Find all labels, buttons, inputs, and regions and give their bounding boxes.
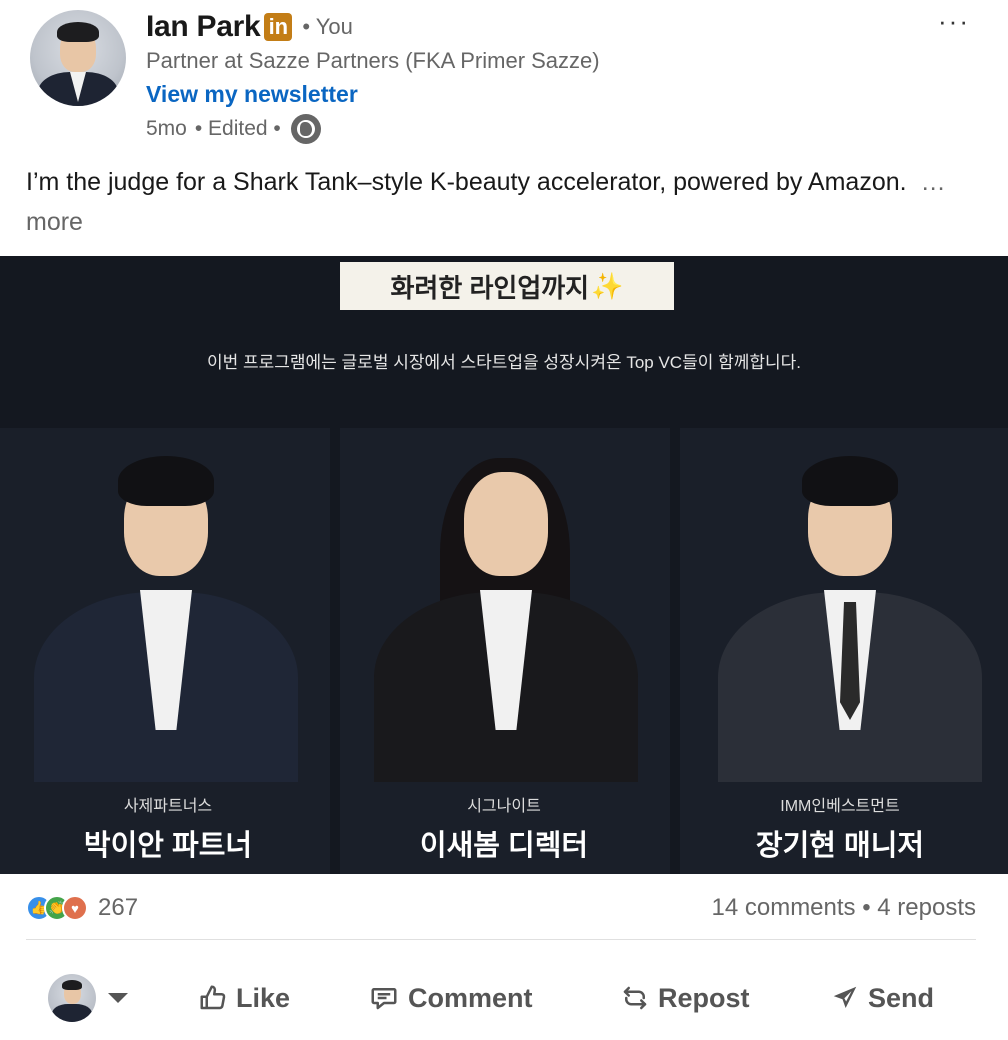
thumbs-up-icon [200, 985, 226, 1010]
person-role: 박이안 파트너 [83, 830, 253, 862]
actor-avatar [48, 974, 96, 1022]
person-company: 시그나이트 [467, 798, 541, 815]
send-label: Send [868, 982, 935, 1013]
repost-icon [623, 986, 647, 1010]
connection-degree: • You [302, 14, 353, 39]
post-body: I’m the judge for a Shark Tank–style K-b… [26, 168, 907, 196]
sparkle-icon: ✨ [591, 270, 624, 301]
post-image[interactable]: 화려한 라인업까지 ✨ 이번 프로그램에는 글로벌 시장에서 스타트업을 성장시켜… [0, 256, 1008, 874]
post-text: I’m the judge for a Shark Tank–style K-b… [26, 162, 976, 242]
actor-switcher[interactable] [48, 974, 128, 1022]
send-icon [833, 986, 857, 1008]
comments-reposts-count[interactable]: 14 comments • 4 reposts [711, 894, 976, 922]
post-header: Ian Park in • You ··· Partner at Sazze P… [0, 0, 1008, 150]
reactions-summary[interactable]: 👍 👏 ♥ 267 [26, 894, 138, 922]
post-meta: 5mo • Edited • [146, 114, 321, 144]
author-name[interactable]: Ian Park [146, 10, 261, 44]
chevron-down-icon [108, 993, 128, 1003]
comment-icon [371, 988, 397, 1010]
comment-button[interactable]: Comment [368, 980, 533, 1016]
person-photo [14, 452, 314, 782]
repost-button[interactable]: Repost [620, 980, 750, 1016]
love-icon: ♥ [62, 895, 88, 921]
like-button[interactable]: Like [198, 980, 290, 1016]
person-company: 사제파트너스 [123, 798, 213, 815]
reaction-count[interactable]: 267 [98, 894, 138, 922]
author-name-row: Ian Park in • You [146, 10, 353, 44]
globe-icon [290, 114, 321, 144]
more-options-icon[interactable]: ··· [938, 6, 970, 37]
post-time: 5mo [146, 117, 187, 140]
person-photo [354, 452, 654, 782]
edited-label: • Edited • [194, 117, 281, 140]
view-newsletter-link[interactable]: View my newsletter [146, 81, 358, 108]
social-counts: 👍 👏 ♥ 267 14 comments • 4 reposts [26, 890, 976, 926]
action-bar: Like Comment Repost Send [0, 960, 1008, 1036]
person-company: IMM인베스트먼트 [780, 798, 900, 815]
like-label: Like [236, 982, 291, 1013]
comment-label: Comment [408, 982, 533, 1013]
author-avatar[interactable] [30, 10, 126, 106]
author-headline: Partner at Sazze Partners (FKA Primer Sa… [146, 48, 600, 73]
send-button[interactable]: Send [830, 980, 934, 1016]
linkedin-premium-icon: in [264, 13, 293, 41]
person-role: 장기현 매니저 [755, 830, 925, 862]
divider [26, 939, 976, 940]
image-title: 화려한 라인업까지 [390, 272, 590, 303]
person-role: 이새봄 디렉터 [419, 830, 589, 862]
image-subtitle: 이번 프로그램에는 글로벌 시장에서 스타트업을 성장시켜온 Top VC들이 … [206, 353, 801, 372]
person-photo [698, 452, 998, 782]
repost-label: Repost [658, 982, 750, 1013]
image-title-box: 화려한 라인업까지 ✨ [340, 262, 674, 310]
